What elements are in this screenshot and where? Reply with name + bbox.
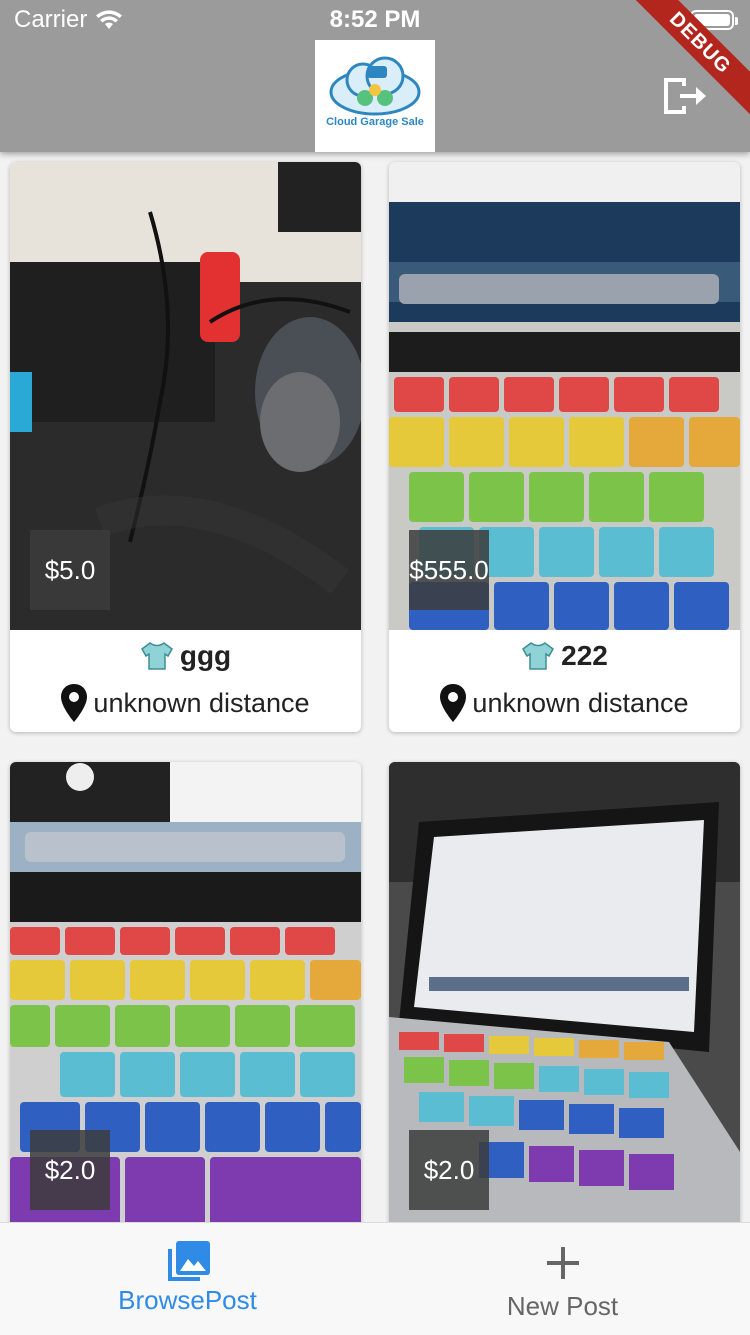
bottom-nav: BrowsePost New Post — [0, 1222, 750, 1335]
post-title: ggg — [179, 640, 232, 671]
plus-icon — [547, 1247, 579, 1279]
post-distance-row: unknown distance — [389, 684, 740, 722]
price-badge: $5.0 — [30, 530, 110, 610]
logo-text: Cloud Garage Sale — [326, 116, 424, 128]
post-card[interactable]: $555.0 222 unknown distance — [389, 162, 740, 732]
tab-new-post-label: New Post — [506, 1291, 619, 1321]
location-pin-icon — [61, 684, 88, 722]
post-title-row: 222 — [389, 640, 740, 672]
location-pin-icon — [440, 684, 467, 722]
price-badge: $2.0 — [409, 1130, 489, 1210]
post-title-row: ggg — [10, 640, 361, 672]
price-badge: $2.0 — [30, 1130, 110, 1210]
post-title: 222 — [561, 640, 608, 671]
post-distance-row: unknown distance — [10, 684, 361, 722]
debug-banner: DEBUG — [610, 0, 750, 140]
tab-browse-post-label: BrowsePost — [118, 1285, 257, 1315]
post-distance: unknown distance — [472, 687, 689, 718]
price-badge: $555.0 — [409, 530, 489, 610]
tab-browse-post[interactable]: BrowsePost — [0, 1223, 375, 1335]
shirt-icon — [140, 642, 173, 670]
post-card[interactable]: $5.0 ggg unknown distance — [10, 162, 361, 732]
post-distance: unknown distance — [93, 687, 310, 718]
app-logo: Cloud Garage Sale — [315, 40, 435, 152]
tab-new-post[interactable]: New Post — [375, 1223, 750, 1335]
shirt-icon — [522, 642, 555, 670]
photo-library-icon — [168, 1241, 210, 1281]
